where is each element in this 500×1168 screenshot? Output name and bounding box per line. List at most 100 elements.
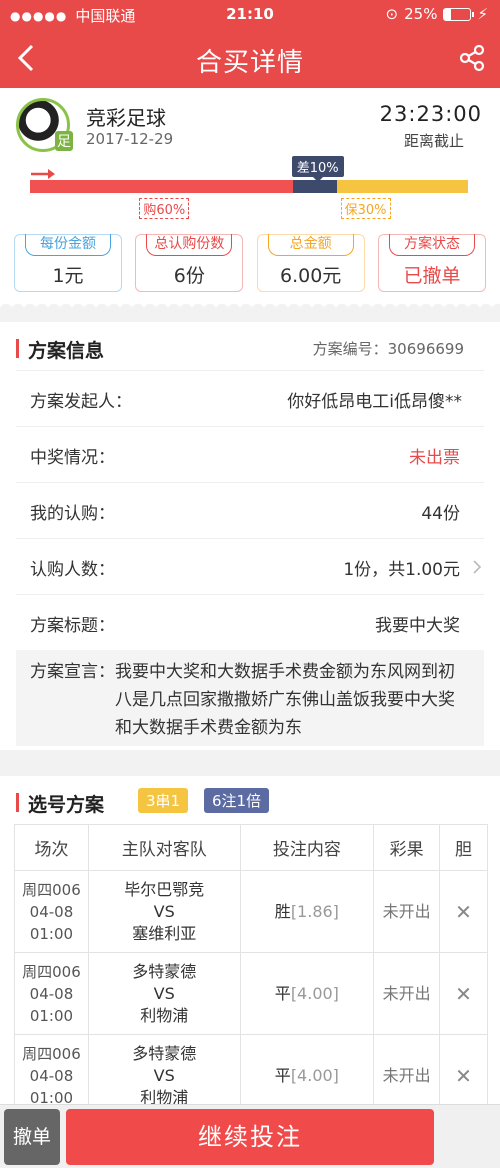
plan-summary-card: 足 竞彩足球 2017-12-29 23:23:00 距离截止 差10% 购60… [0,88,500,310]
charging-icon: ⚡ [477,5,488,23]
table-row: 周四006 04-08 01:00 多特蒙德 VS 利物浦 平[4.00] 未开出 ✕ [14,952,488,1035]
banker-cross-icon: ✕ [439,952,488,1035]
bet-choice: 平 [274,1065,291,1085]
info-value: 你好低昂电工i低昂傻** [287,392,462,412]
info-key: 认购人数： [30,560,115,580]
progress-bought [30,180,293,193]
table-row: 周四006 04-08 01:00 毕尔巴鄂竞 VS 塞维利亚 胜[1.86] 未开出 … [14,870,488,953]
plan-declaration: 方案宣言： 我要中大奖和大数据手术费金额为东风网到初八是几点回家撒撒娇广东佛山盖… [16,650,484,746]
info-key: 中奖情况： [30,448,115,468]
bet-cell: 胜[1.86] [239,870,375,953]
battery-percent: 25% [404,5,438,23]
continue-bet-button[interactable]: 继续投注 [66,1109,434,1165]
column-header: 胆 [439,824,488,871]
pass-type-badge: 3串1 [138,788,189,813]
column-header: 主队对客队 [87,824,241,871]
bet-choice: 平 [274,983,291,1003]
bought-tag: 购60% [139,198,190,219]
info-key: 我的认购： [30,504,115,524]
battery-icon [443,7,475,21]
stat-label: 每份金额 [25,234,111,256]
stat-boxes: 每份金额 1元 总认购份数 6份 总金额 6.00元 方案状态 已撤单 [14,234,486,292]
match-date: 04-08 [29,984,74,1003]
bet-count-badge: 6注1倍 [204,788,270,813]
plan-number: 方案编号：30696699 [312,340,464,358]
stat-box-plan-status: 方案状态 已撤单 [377,234,486,292]
home-team: 毕尔巴鄂竞 [124,879,205,899]
bet-odds: [4.00] [290,1065,339,1085]
result-cell: 未开出 [373,952,441,1035]
section-title: 选号方案 [16,790,104,817]
teams-cell: 毕尔巴鄂竞 VS 塞维利亚 [87,870,241,953]
progress-bar [30,180,468,193]
nav-bar: 合买详情 [0,28,500,88]
info-key: 方案发起人： [30,392,132,412]
bet-cell: 平[4.00] [239,952,375,1035]
match-time: 01:00 [29,1006,74,1025]
match-no: 周四006 [22,880,81,899]
chevron-right-icon [473,560,482,574]
stat-label: 总金额 [267,234,354,256]
stat-box-total-shares: 总认购份数 6份 [135,234,244,292]
column-header: 彩果 [373,824,441,871]
arrow-right-icon [31,169,55,179]
declaration-text: 我要中大奖和大数据手术费金额为东风网到初八是几点回家撒撒娇广东佛山盖饭我要中大奖… [115,662,455,738]
info-row-subscribers[interactable]: 认购人数： 1份，共1.00元 [16,538,484,594]
bet-choice: 胜 [274,901,291,921]
football-badge: 足 [55,131,73,151]
bottom-action-bar: 撤单 继续投注 [0,1104,500,1168]
stat-label: 方案状态 [388,234,475,256]
selection-table: 场次 主队对客队 投注内容 彩果 胆 周四006 04-08 01:00 毕尔巴鄂竞… [14,824,488,1117]
scallop-divider [0,298,500,310]
rotation-lock-icon: ⊙ [385,5,399,23]
table-header-row: 场次 主队对客队 投注内容 彩果 胆 [14,824,488,871]
deadline-label: 距离截止 [403,132,464,150]
stat-box-total-amount: 总金额 6.00元 [256,234,365,292]
info-row-my-subscription: 我的认购： 44份 [16,482,484,538]
lottery-date: 2017-12-29 [86,130,174,148]
match-no: 周四006 [22,1044,81,1063]
vs-label: VS [153,901,175,921]
away-team: 利物浦 [140,1005,189,1025]
match-date: 04-08 [29,902,74,921]
info-value: 我要中大奖 [375,616,460,636]
stat-box-unit-price: 每份金额 1元 [14,234,122,292]
progress-guarantee [336,180,468,193]
lottery-name: 竞彩足球 [86,106,166,130]
result-cell: 未开出 [373,870,441,953]
stat-label: 总认购份数 [146,234,233,256]
match-cell: 周四006 04-08 01:00 [14,870,89,953]
banker-cross-icon: ✕ [439,870,488,953]
info-value: 44份 [421,504,460,524]
stat-value: 6.00元 [280,265,342,287]
info-value: 未出票 [409,448,460,468]
declaration-key: 方案宣言： [30,662,115,682]
stat-value: 6份 [173,265,205,287]
bet-odds: [4.00] [290,983,339,1003]
cancel-order-button[interactable]: 撤单 [4,1109,60,1165]
stat-value: 已撤单 [403,265,461,287]
home-team: 多特蒙德 [132,961,197,981]
match-cell: 周四006 04-08 01:00 [14,952,89,1035]
away-team: 塞维利亚 [132,923,197,943]
page-title: 合买详情 [195,48,304,78]
column-header: 投注内容 [239,824,375,871]
teams-cell: 多特蒙德 VS 利物浦 [87,952,241,1035]
info-row-initiator: 方案发起人： 你好低昂电工i低昂傻** [16,370,484,426]
stat-value: 1元 [52,265,84,287]
match-date: 04-08 [29,1066,74,1085]
match-time: 01:00 [29,924,74,943]
section-title: 方案信息 [16,336,104,363]
match-no: 周四006 [22,962,81,981]
info-key: 方案标题： [30,616,115,636]
home-team: 多特蒙德 [132,1043,197,1063]
status-bar: ●●●●● 中国联通 21:10 ⊙ 25% ⚡ [0,0,500,28]
info-value: 1份，共1.00元 [343,560,460,580]
info-row-plan-title: 方案标题： 我要中大奖 [16,594,484,650]
plan-info-section: 方案信息 方案编号：30696699 方案发起人： 你好低昂电工i低昂傻** 中… [0,322,500,750]
share-icon[interactable] [458,44,486,72]
selection-section: 选号方案 3串1 6注1倍 场次 主队对客队 投注内容 彩果 胆 周四006 04… [0,776,500,1117]
column-header: 场次 [14,824,89,871]
guarantee-tag: 保30% [340,198,391,219]
diff-tag: 差10% [291,156,344,182]
